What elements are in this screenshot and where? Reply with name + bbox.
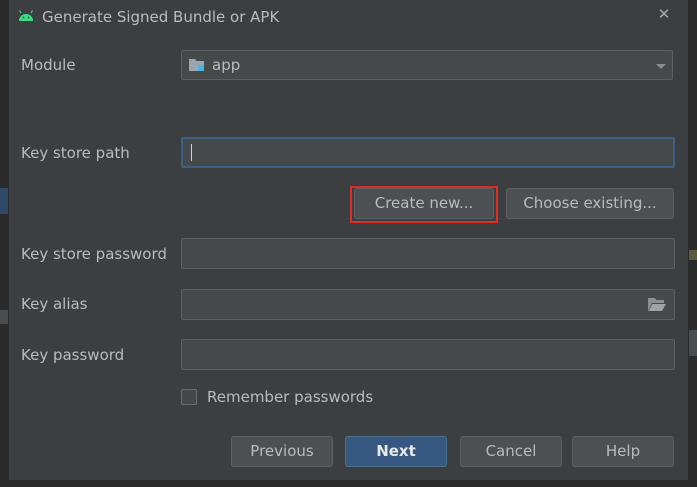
keystore-path-input[interactable]: [181, 137, 675, 168]
remember-passwords-checkbox[interactable]: [181, 389, 197, 405]
keystore-password-label: Key store password: [21, 245, 167, 263]
module-select[interactable]: app: [181, 50, 673, 80]
dialog-title: Generate Signed Bundle or APK: [42, 8, 280, 26]
key-password-label: Key password: [21, 346, 125, 364]
browse-folder-icon[interactable]: [648, 297, 666, 312]
previous-button[interactable]: Previous: [231, 436, 333, 467]
module-label: Module: [21, 56, 76, 74]
background-window-strip: [0, 188, 8, 214]
android-icon: [18, 10, 34, 21]
key-password-input[interactable]: [181, 339, 675, 370]
folder-module-icon: [189, 59, 204, 71]
module-value: app: [212, 56, 241, 74]
create-new-button[interactable]: Create new...: [354, 188, 494, 219]
next-button[interactable]: Next: [345, 436, 447, 467]
background-window-strip: [0, 310, 8, 324]
keystore-password-input[interactable]: [181, 238, 675, 269]
close-icon[interactable]: ✕: [656, 6, 672, 22]
background-window-strip: [689, 330, 697, 356]
key-alias-input[interactable]: [181, 289, 675, 320]
signed-bundle-dialog: Generate Signed Bundle or APK ✕ Module a…: [8, 0, 689, 480]
help-button[interactable]: Help: [572, 436, 674, 467]
chevron-down-icon: [656, 64, 666, 69]
remember-passwords-label[interactable]: Remember passwords: [207, 388, 373, 406]
choose-existing-button[interactable]: Choose existing...: [506, 188, 674, 219]
background-window-strip: [689, 250, 697, 260]
key-alias-label: Key alias: [21, 295, 88, 313]
keystore-path-label: Key store path: [21, 144, 130, 162]
title-bar: Generate Signed Bundle or APK ✕: [9, 0, 688, 34]
text-caret: [191, 144, 192, 161]
cancel-button[interactable]: Cancel: [460, 436, 562, 467]
